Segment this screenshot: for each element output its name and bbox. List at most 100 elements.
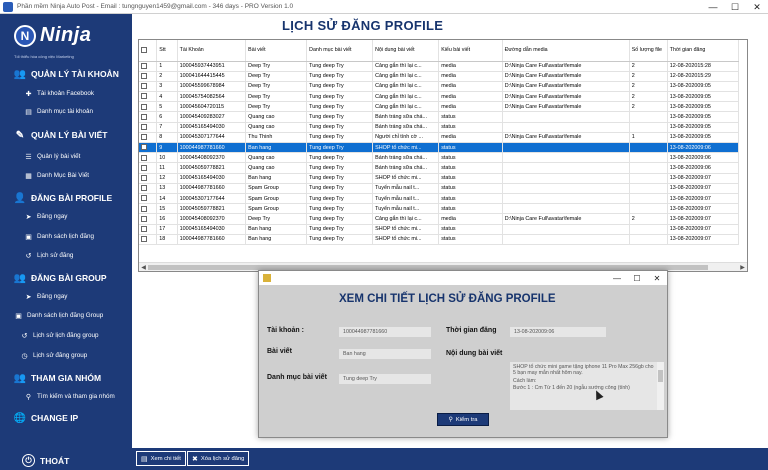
table-cell: 100044987781660 — [177, 234, 247, 245]
table-cell: 14 — [156, 193, 178, 205]
table-row[interactable]: 8 100045307177644 Thu Thinh Tung deep Try Ng… — [139, 132, 740, 144]
table-row[interactable]: 4 100045754082564 Deep Try Tung deep Try Cản… — [139, 91, 740, 103]
table-row[interactable]: 11 100045059778821 Quang cao Tung deep Try B… — [139, 162, 740, 174]
column-header[interactable]: Stt — [156, 40, 178, 62]
logout-button[interactable]: ⏻ THOÁT — [22, 454, 69, 467]
table-row[interactable]: 7 100045165494030 Quang cao Tung deep Try Bá… — [139, 122, 740, 133]
view-detail-button[interactable]: ▤ Xem chi tiết — [136, 451, 186, 466]
sidebar-item-group-post-now[interactable]: ➤ Đăng ngay — [24, 292, 68, 301]
select-all-checkbox[interactable] — [139, 40, 158, 62]
content-textarea[interactable]: SHOP tổ chức mini game tặng iphone 11 Pr… — [510, 362, 664, 410]
sidebar-item-search-join-group[interactable]: ⚲ Tìm kiếm và tham gia nhóm — [24, 392, 115, 401]
sidebar-item-facebook-accounts[interactable]: ✚ Tài khoản Facebook — [24, 89, 95, 98]
delete-history-button[interactable]: ✖ Xóa lịch sử đăng — [187, 451, 250, 466]
table-row[interactable]: 12 100045165494030 Ban hang Tung deep Try SH… — [139, 173, 740, 184]
row-checkbox[interactable] — [139, 142, 158, 154]
close-button[interactable]: ✕ — [746, 0, 768, 14]
sidebar-item-group-schedule[interactable]: ▣ Danh sách lịch đăng Group — [14, 311, 103, 320]
row-checkbox[interactable] — [139, 224, 158, 235]
row-checkbox[interactable] — [139, 111, 158, 123]
table-row[interactable]: 16 100045408092370 Deep Try Tung deep Try Cả… — [139, 213, 740, 225]
row-checkbox[interactable] — [139, 213, 158, 225]
table-cell: 13-08-202009:07 — [667, 213, 740, 225]
row-checkbox[interactable] — [139, 203, 158, 215]
table-row[interactable]: 9 100044987781660 Ban hang Tung deep Try SHO… — [139, 142, 740, 154]
table-row[interactable]: 18 100044987781660 Ban hang Tung deep Try SH… — [139, 234, 740, 245]
table-row[interactable]: 13 100044987781660 Spam Group Tung deep Try… — [139, 183, 740, 194]
sidebar-item-post-categories[interactable]: ▦ Danh Mục Bài Viết — [24, 171, 89, 180]
minimize-button[interactable]: — — [702, 0, 724, 14]
table-cell — [629, 111, 668, 123]
column-header[interactable]: Bài viết — [245, 40, 308, 62]
row-checkbox[interactable] — [139, 61, 158, 72]
row-checkbox[interactable] — [139, 132, 158, 144]
table-row[interactable]: 15 100045059778821 Spam Group Tung deep Try… — [139, 203, 740, 215]
table-row[interactable]: 14 100045307177644 Spam Group Tung deep Try… — [139, 193, 740, 205]
table-row[interactable]: 1 100045937443951 Deep Try Tung deep Try Cản… — [139, 61, 740, 72]
app-icon — [3, 1, 13, 12]
row-checkbox[interactable] — [139, 162, 158, 174]
maximize-button[interactable]: ☐ — [724, 0, 746, 14]
row-checkbox[interactable] — [139, 101, 158, 113]
column-header[interactable]: Thời gian đăng — [667, 40, 740, 62]
table-row[interactable]: 6 100045409283027 Quang cao Tung deep Try Bá… — [139, 111, 740, 123]
table-row[interactable]: 5 100045604720115 Deep Try Tung deep Try Cản… — [139, 101, 740, 113]
table-row[interactable]: 10 100045408092370 Quang cao Tung deep Try B… — [139, 152, 740, 164]
column-header[interactable]: Số lượng file — [629, 40, 668, 62]
column-header[interactable]: Nội dung bài viết — [372, 40, 440, 62]
table-cell: Deep Try — [245, 213, 308, 225]
scroll-right-icon[interactable]: ▶ — [738, 263, 747, 271]
table-cell: Deep Try — [245, 71, 308, 82]
row-checkbox[interactable] — [139, 234, 158, 245]
sidebar-item-profile-history[interactable]: ↺ Lịch sử đăng — [24, 251, 74, 260]
sidebar-item-profile-schedule[interactable]: ▣ Danh sách lịch đăng — [24, 232, 94, 241]
table-cell: SHOP tổ chức mi... — [372, 224, 440, 235]
table-cell: Cảng gắn thì lại c... — [372, 213, 440, 225]
column-header[interactable]: Tài Khoản — [177, 40, 247, 62]
dialog-close-button[interactable]: ✕ — [647, 271, 667, 285]
table-cell: 15 — [156, 203, 178, 215]
history-table[interactable]: Stt Tài Khoản Bài viết Danh mục bài viết… — [138, 39, 748, 272]
sidebar-item-label: Đăng ngay — [37, 293, 68, 300]
table-row[interactable]: 2 100041644415445 Deep Try Tung deep Try Cản… — [139, 71, 740, 82]
table-cell: D:\Ninja Care Full\avatar\female — [502, 81, 630, 93]
sidebar-section-label: ĐĂNG BÀI GROUP — [31, 273, 107, 283]
table-cell: Tuyển mẫu nail t... — [372, 193, 440, 205]
textarea-scrollbar[interactable] — [657, 362, 664, 410]
sidebar-item-account-categories[interactable]: ▤ Danh mục tài khoản — [24, 107, 93, 116]
row-checkbox[interactable] — [139, 91, 158, 103]
sidebar-item-group-history[interactable]: ◷ Lịch sử đăng group — [20, 351, 87, 360]
sidebar-item-manage-posts[interactable]: ☰ Quản lý bài viết — [24, 152, 80, 161]
column-header[interactable]: Danh mục bài viết — [306, 40, 374, 62]
table-row[interactable]: 3 100045599678984 Deep Try Tung deep Try Cản… — [139, 81, 740, 93]
scroll-left-icon[interactable]: ◀ — [139, 263, 148, 271]
search-icon: ⚲ — [25, 393, 32, 401]
sidebar-item-profile-post-now[interactable]: ➤ Đăng ngay — [24, 212, 68, 221]
sidebar-section-profile[interactable]: 👤 ĐĂNG BÀI PROFILE — [14, 192, 112, 204]
sidebar-section-group[interactable]: 👥 ĐĂNG BÀI GROUP — [14, 272, 107, 284]
table-body: 1 100045937443951 Deep Try Tung deep Try Cản… — [139, 61, 740, 245]
check-button[interactable]: ⚲ Kiểm tra — [437, 413, 489, 426]
sidebar-section-join-group[interactable]: 👥 THAM GIA NHÓM — [14, 372, 101, 384]
dialog-maximize-button[interactable]: ☐ — [627, 271, 647, 285]
column-header[interactable]: Đường dẫn media — [502, 40, 630, 62]
row-checkbox[interactable] — [139, 71, 158, 82]
row-checkbox[interactable] — [139, 152, 158, 164]
sidebar-item-group-schedule-history[interactable]: ↺ Lịch sử lịch đăng group — [20, 331, 99, 340]
row-checkbox[interactable] — [139, 122, 158, 133]
sidebar-section-account[interactable]: 👥 QUẢN LÝ TÀI KHOẢN — [14, 68, 119, 80]
row-checkbox[interactable] — [139, 183, 158, 194]
sidebar-section-change-ip[interactable]: 🌐 CHANGE IP — [14, 412, 78, 424]
sidebar-section-posts[interactable]: ✎ QUẢN LÝ BÀI VIẾT — [14, 129, 108, 141]
table-row[interactable]: 17 100045165494030 Ban hang Tung deep Try SH… — [139, 224, 740, 235]
row-checkbox[interactable] — [139, 81, 158, 93]
table-cell: 2 — [156, 71, 178, 82]
table-cell: D:\Ninja Care Full\avatar\female — [502, 132, 630, 144]
dialog-minimize-button[interactable]: — — [607, 271, 627, 285]
column-header[interactable]: Kiểu bài viết — [438, 40, 503, 62]
table-cell: status — [438, 142, 503, 154]
row-checkbox[interactable] — [139, 173, 158, 184]
table-cell: status — [438, 162, 503, 174]
table-cell: 100045408092370 — [177, 152, 247, 164]
row-checkbox[interactable] — [139, 193, 158, 205]
